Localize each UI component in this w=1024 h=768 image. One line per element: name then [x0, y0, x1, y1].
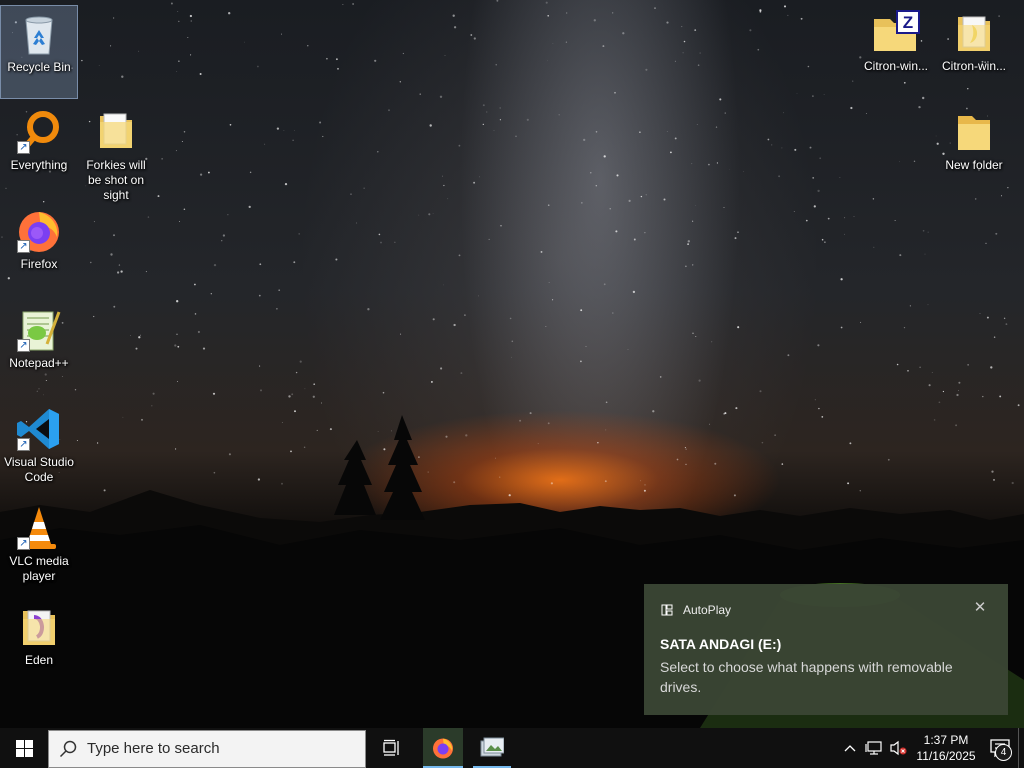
task-view-icon	[383, 739, 399, 756]
notification-count-badge: 4	[995, 744, 1012, 761]
svg-text:Z: Z	[903, 13, 913, 32]
autoplay-icon	[661, 604, 673, 616]
folder-icon	[958, 116, 990, 150]
desktop-icon-citron-zip[interactable]: Z Citron-win...	[858, 5, 934, 97]
desktop-icon-label: Forkies will be shot on sight	[86, 158, 146, 202]
desktop-icon-label: Eden	[24, 653, 54, 667]
clock-time: 1:37 PM	[923, 733, 969, 747]
action-center-button[interactable]: 4	[982, 728, 1018, 768]
search-icon	[59, 740, 77, 757]
notification-title: SATA ANDAGI (E:)	[660, 636, 782, 652]
clock[interactable]: 1:37 PM 11/16/2025	[910, 732, 982, 764]
desktop-icon-label: Firefox	[20, 257, 58, 271]
desktop-icon-citron-folder[interactable]: Citron-win...	[936, 5, 1012, 97]
desktop-icon-label: Citron-win...	[941, 59, 1006, 73]
image-viewer-icon	[480, 737, 504, 757]
shortcut-arrow-icon: ↗	[17, 438, 30, 451]
notification-app-row: AutoPlay	[661, 603, 731, 617]
close-icon[interactable]: ✕	[972, 600, 988, 616]
volume-button[interactable]	[886, 728, 910, 768]
network-icon	[865, 741, 882, 755]
system-tray: 1:37 PM 11/16/2025 4	[838, 728, 1024, 768]
desktop-icon-label: New folder	[945, 158, 1003, 172]
desktop-icon-label: Citron-win...	[863, 59, 928, 73]
desktop-icon-recycle-bin[interactable]: Recycle Bin	[0, 5, 78, 99]
desktop-icon-everything[interactable]: ↗ Everything	[1, 104, 77, 196]
network-button[interactable]	[862, 728, 886, 768]
clock-date: 11/16/2025	[916, 749, 976, 763]
desktop-icon-new-folder[interactable]: New folder	[936, 104, 1012, 196]
desktop-icon-label: VLC media player	[9, 554, 69, 583]
desktop[interactable]: Recycle Bin ↗ Everything Forkies will be…	[0, 0, 1024, 728]
start-button[interactable]	[0, 728, 48, 768]
shortcut-arrow-icon: ↗	[17, 537, 30, 550]
folder-icon	[958, 16, 990, 51]
shortcut-arrow-icon: ↗	[17, 141, 30, 154]
taskbar-firefox[interactable]	[423, 728, 463, 768]
windows-logo-icon	[15, 739, 33, 757]
firefox-icon	[433, 738, 453, 759]
chevron-up-icon	[844, 745, 856, 752]
shortcut-arrow-icon: ↗	[17, 240, 30, 253]
desktop-icon-label: Everything	[10, 158, 68, 172]
autoplay-notification[interactable]: AutoPlay ✕ SATA ANDAGI (E:) Select to ch…	[644, 584, 1008, 715]
notification-app-name: AutoPlay	[683, 603, 732, 617]
volume-muted-icon	[890, 740, 907, 756]
desktop-icon-label: Recycle Bin	[7, 60, 71, 74]
folder-icon	[23, 610, 55, 645]
desktop-icon-firefox[interactable]: ↗ Firefox	[1, 203, 77, 295]
desktop-icon-forkies[interactable]: Forkies will be shot on sight	[78, 104, 154, 202]
desktop-icon-label: Notepad++	[9, 356, 69, 370]
search-placeholder: Type here to search	[87, 740, 220, 757]
desktop-icon-eden[interactable]: Eden	[1, 599, 77, 691]
notification-body: Select to choose what happens with remov…	[660, 659, 953, 695]
show-desktop-button[interactable]	[1018, 728, 1024, 768]
desktop-icon-notepadpp[interactable]: ↗ Notepad++	[1, 302, 77, 394]
task-view-button[interactable]	[368, 728, 416, 768]
desktop-icon-vlc[interactable]: ↗ VLC media player	[1, 500, 77, 592]
zip-folder-icon: Z	[874, 10, 920, 51]
show-hidden-icons-button[interactable]	[838, 728, 862, 768]
folder-icon	[100, 113, 132, 148]
desktop-icon-vscode[interactable]: ↗ Visual Studio Code	[1, 401, 77, 493]
taskbar: Type here to search 1:37 PM 11/16/2025 4	[0, 728, 1024, 768]
taskbar-search-box[interactable]: Type here to search	[48, 729, 366, 768]
taskbar-image-viewer[interactable]	[471, 728, 513, 768]
desktop-icon-label: Visual Studio Code	[4, 455, 74, 484]
recycle-bin-icon	[25, 16, 53, 55]
shortcut-arrow-icon: ↗	[17, 339, 30, 352]
